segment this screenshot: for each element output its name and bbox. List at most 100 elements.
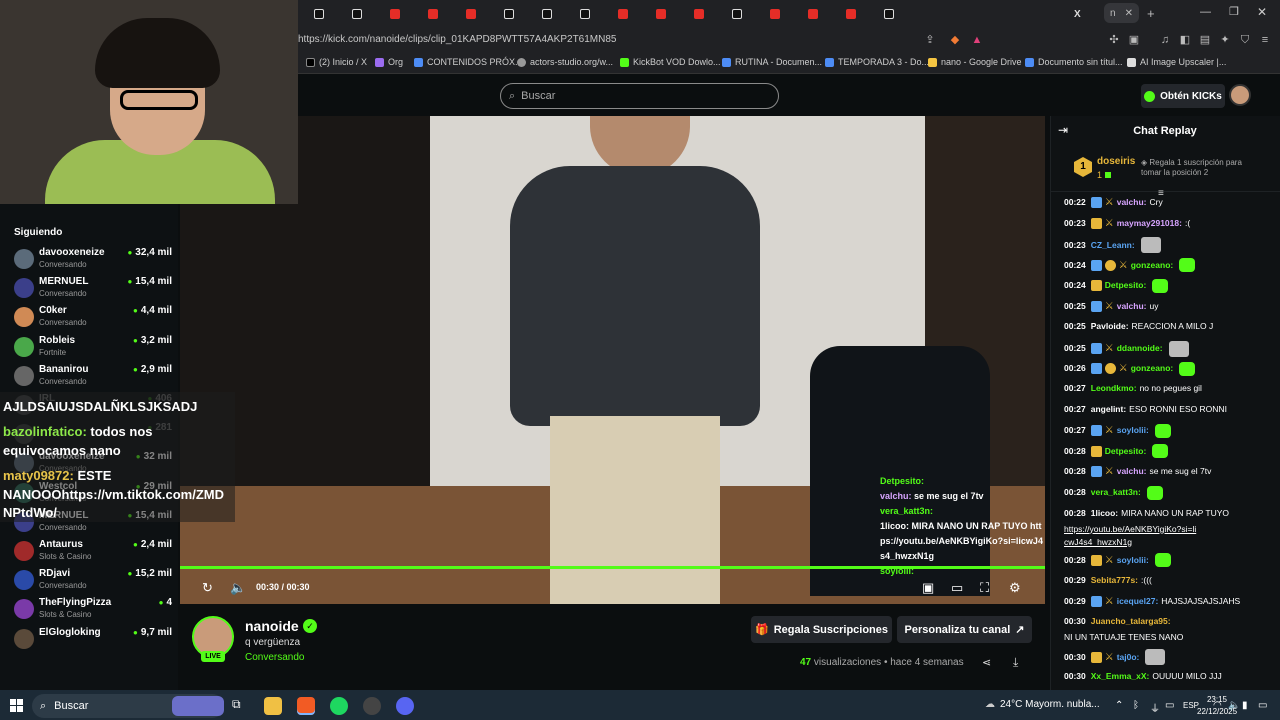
chat-username[interactable]: vera_katt3n: [1091,486,1141,499]
browser-tab[interactable] [504,5,514,23]
browser-tab[interactable] [656,5,666,23]
bluetooth-icon[interactable]: ᛒ [1133,700,1139,711]
notification-icon[interactable]: ▭ [1258,700,1267,711]
category-link[interactable]: Conversando [245,652,304,663]
clock[interactable]: 23:15 22/12/2025 [1197,694,1237,718]
file-explorer-icon[interactable] [264,697,282,715]
url-field[interactable]: https://kick.com/nanoide/clips/clip_01KA… [298,34,616,45]
browser-tab[interactable] [846,5,856,23]
chat-username[interactable]: icequel27: [1117,595,1159,608]
leo-icon[interactable]: ✦ [1218,33,1232,47]
browser-tab[interactable] [466,5,476,23]
media-icon[interactable]: ♫ [1158,33,1172,47]
tab-active[interactable]: n ✕ [1104,3,1139,23]
chat-username[interactable]: gonzeano: [1131,362,1174,375]
discord-icon[interactable] [396,697,414,715]
sidebar-item-channel[interactable]: C0kerConversando 4,4 mil [12,304,172,333]
chat-username[interactable]: maymay291018: [1117,217,1182,230]
taskbar-search-input[interactable]: ⌕ Buscar [32,694,224,718]
extensions-icon[interactable]: ✣ [1107,33,1121,47]
sidebar-item-channel[interactable]: RDjaviConversando 15,2 mil [12,567,172,596]
sidebar-item-channel[interactable]: Antaurus Slots & Casino 2,4 mil [12,538,172,567]
chat-username[interactable]: soylolii: [1117,424,1149,437]
network-icon[interactable]: ▭ [1165,700,1174,711]
chevron-up-icon[interactable]: ⌃ [1115,700,1123,711]
pip-icon[interactable]: ▣ [922,580,934,596]
bookmark-2[interactable]: CONTENIDOS PRÓX... [414,57,523,67]
chat-username[interactable]: 1licoo: [1091,507,1118,520]
brave-shield-icon[interactable]: ◆ [948,33,962,47]
sidebar-item-channel[interactable]: TheFlyingPizzaSlots & Casino 4 [12,596,172,625]
chat-link[interactable]: https://youtu.be/AeNKBYigiKo?si=licwJ4s4… [1064,523,1199,549]
download-icon[interactable]: ⤓ [1013,655,1018,670]
browser-tab[interactable] [770,5,780,23]
chat-username[interactable]: valchu: [1117,196,1147,209]
browser-tab[interactable] [732,5,742,23]
volume-icon[interactable]: 🔈 [230,580,246,596]
close-window-icon[interactable]: ✕ [1257,5,1267,19]
browser-tab[interactable] [352,5,362,23]
sidebar-item-channel[interactable]: MERNUELConversando 15,4 mil [12,275,172,304]
bookmark-8[interactable]: Documento sin títul... [1025,57,1123,67]
sidebar-item-channel[interactable]: BananirouConversando 2,9 mil [12,363,172,392]
chat-username[interactable]: valchu: [1117,300,1147,313]
share-icon[interactable]: ⇪ [923,33,937,47]
channel-name[interactable]: nanoide [245,618,299,634]
rewards-icon[interactable]: ▲ [970,33,984,47]
browser-tab[interactable] [580,5,590,23]
chat-username[interactable]: taj0o: [1117,651,1140,664]
theater-icon[interactable]: ▭ [951,580,963,596]
bookmark-4[interactable]: KickBot VOD Dowlo... [620,57,721,67]
chat-username[interactable]: ddannoide: [1117,342,1163,355]
browser-tab[interactable] [542,5,552,23]
chat-username[interactable]: gonzeano: [1131,259,1174,272]
sidebar-item-channel[interactable]: ElGlogloking 9,7 mil [12,626,172,655]
maximize-icon[interactable]: ❐ [1229,5,1239,18]
share-clip-icon[interactable]: ⋖ [982,656,991,669]
browser-tab[interactable] [618,5,628,23]
bookmark-0[interactable]: (2) Inicio / X [306,57,367,67]
browser-tab[interactable] [314,5,324,23]
screenshot-icon[interactable]: ▣ [1127,33,1141,47]
bookmark-1[interactable]: Org [375,57,403,67]
new-tab-icon[interactable]: + [1147,6,1155,21]
chat-username[interactable]: Detpesito: [1105,279,1147,292]
fullscreen-icon[interactable]: ⛶ [980,580,989,596]
battery-icon[interactable]: ▮ [1242,700,1248,711]
sidebar-item-channel[interactable]: davooxeneize Conversando 32,4 mil [12,246,172,275]
user-avatar[interactable] [1229,84,1251,106]
search-input[interactable]: ⌕ Buscar [500,83,779,109]
collapse-chat-icon[interactable]: ⇥ [1058,123,1068,137]
get-kicks-button[interactable]: Obtén KICKs [1141,84,1225,108]
bookmark-5[interactable]: RUTINA - Documen... [722,57,822,67]
browser-tab[interactable] [428,5,438,23]
settings-icon[interactable]: ⚙ [1009,580,1021,596]
browser-tab[interactable] [808,5,818,23]
close-icon[interactable]: ✕ [1125,8,1133,19]
obs-icon[interactable] [363,697,381,715]
gift-cta[interactable]: ◈ Regala 1 suscripción para tomar la pos… [1141,158,1261,178]
chat-username[interactable]: Pavloide: [1091,320,1129,333]
vpn-icon[interactable]: ⛉ [1238,33,1252,47]
browser-tab[interactable] [694,5,704,23]
replay-icon[interactable]: ↻ [202,580,213,596]
wallet-icon[interactable]: ▤ [1198,33,1212,47]
windows-start-icon[interactable] [10,699,23,712]
browser-tab[interactable] [390,5,400,23]
chat-username[interactable]: angelint: [1091,403,1126,416]
spotify-icon[interactable] [330,697,348,715]
minimize-icon[interactable]: — [1200,6,1211,18]
bookmark-6[interactable]: TEMPORADA 3 - Do... [825,57,929,67]
bookmark-7[interactable]: nano - Google Drive [928,57,1022,67]
task-view-icon[interactable]: ⧉ [232,697,250,715]
chat-username[interactable]: Leondkmo: [1091,382,1137,395]
chat-username[interactable]: Juancho_talarga95: [1091,615,1171,628]
bookmark-9[interactable]: AI Image Upscaler |... [1127,57,1226,67]
browser-tab[interactable]: X [1074,5,1081,23]
chat-username[interactable]: soylolii: [1117,554,1149,567]
chat-username[interactable]: Xx_Emma_xX: [1091,670,1150,683]
chat-username[interactable]: valchu: [1117,465,1147,478]
chat-username[interactable]: Sebita777s: [1091,574,1138,587]
top-gifter-name[interactable]: doseiris [1097,156,1135,167]
browser-tab[interactable] [884,5,894,23]
